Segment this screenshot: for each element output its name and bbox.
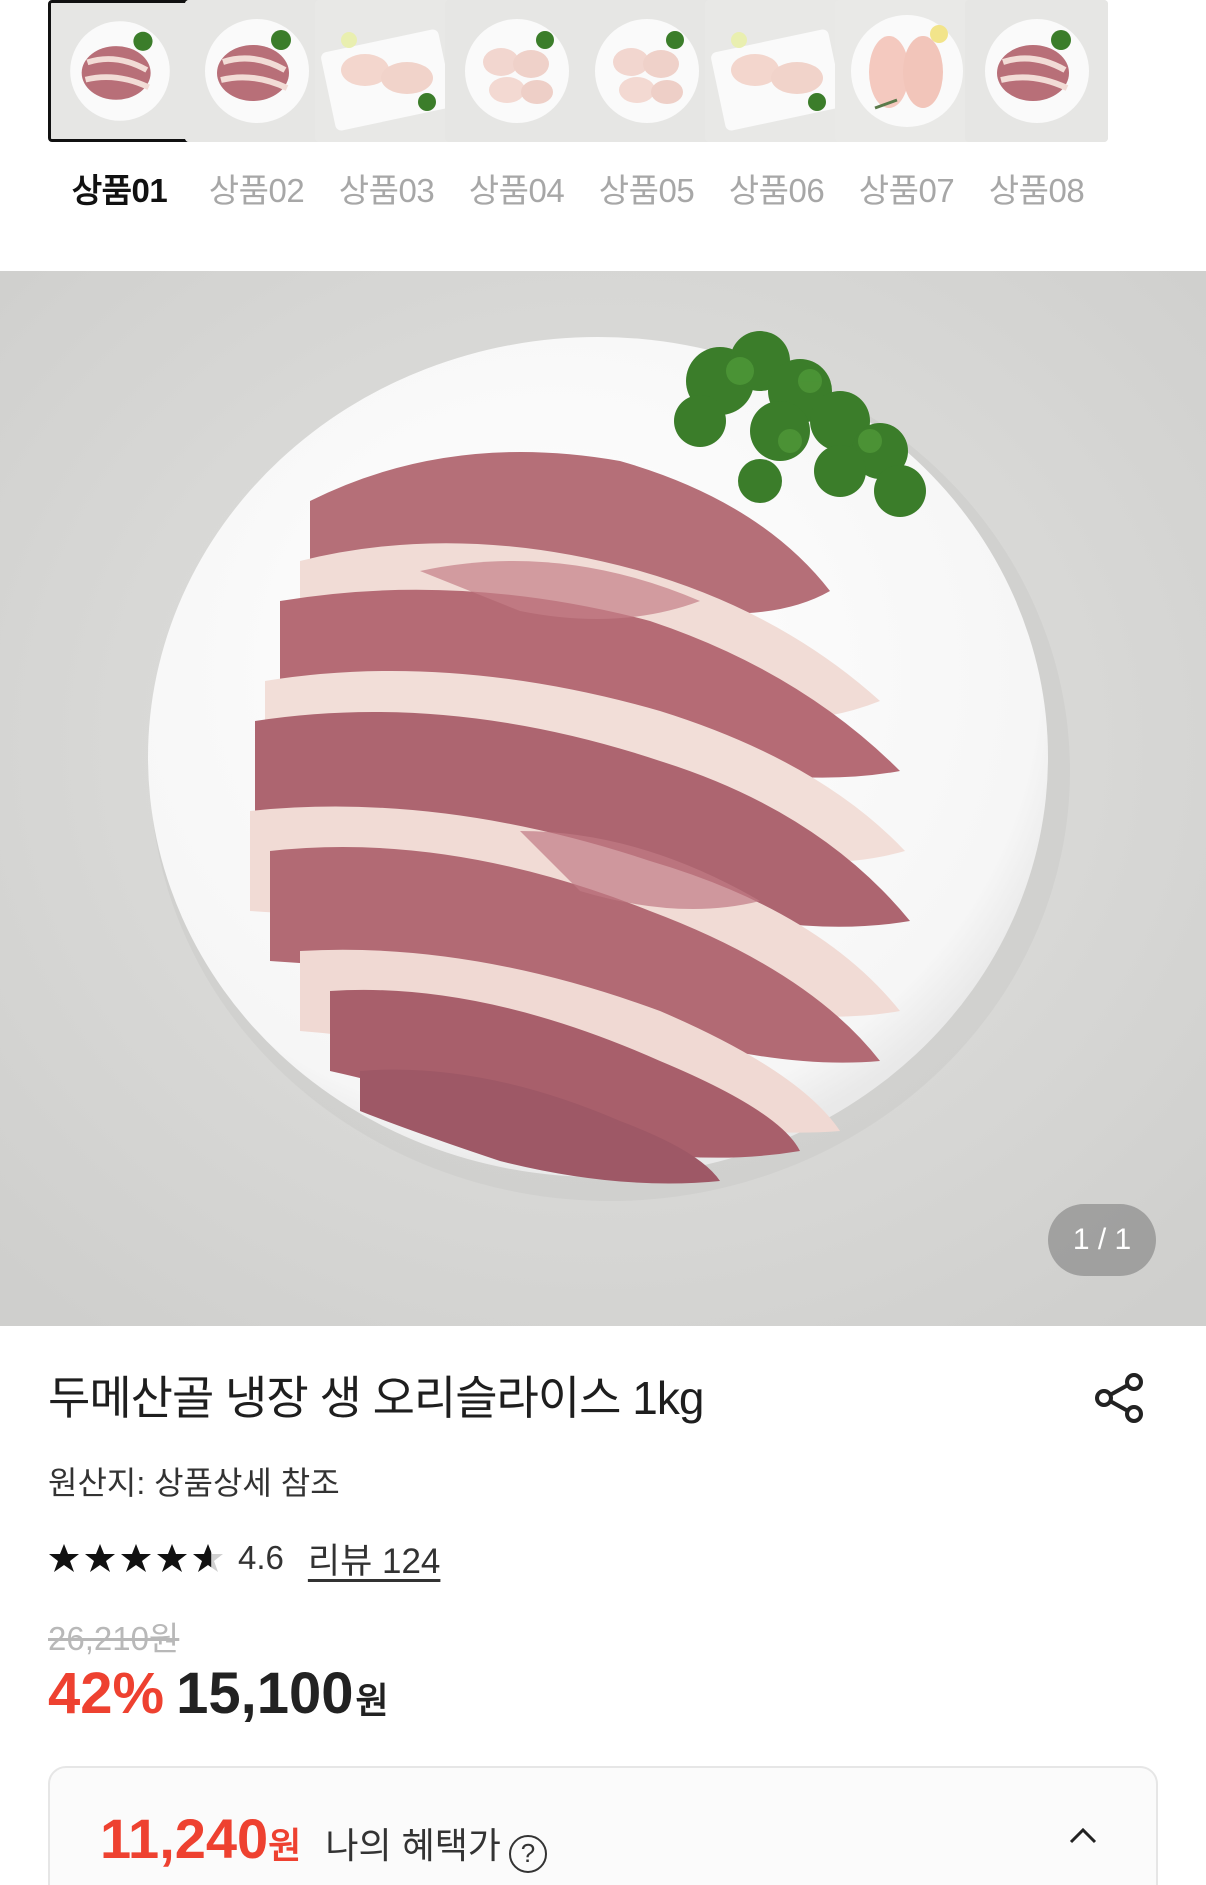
thumbnail-label: 상품04 bbox=[468, 172, 565, 209]
thumbnail-image bbox=[965, 0, 1108, 142]
product-origin: 원산지: 상품상세 참조 bbox=[48, 1465, 340, 1501]
thumbnail-label: 상품03 bbox=[338, 172, 435, 209]
product-thumbnail[interactable]: 상품04 bbox=[445, 0, 588, 212]
benefit-price: 11,240 bbox=[100, 1807, 269, 1870]
price-row: 42% 15,100 원 bbox=[48, 1660, 389, 1727]
product-thumbnail[interactable]: 상품06 bbox=[705, 0, 848, 212]
thumbnail-image bbox=[315, 0, 458, 142]
thumbnail-image bbox=[835, 0, 978, 142]
star-icon bbox=[193, 1544, 223, 1572]
thumbnail-label: 상품02 bbox=[208, 172, 305, 209]
duck-slices-plate-image bbox=[0, 271, 1206, 1326]
discount-rate: 42% bbox=[48, 1661, 165, 1726]
thumbnail-label: 상품07 bbox=[858, 172, 955, 209]
share-button[interactable] bbox=[1088, 1366, 1152, 1430]
rating-stars bbox=[48, 1542, 224, 1574]
chevron-up-icon[interactable] bbox=[1068, 1826, 1098, 1846]
thumbnail-image bbox=[575, 0, 718, 142]
star-icon bbox=[85, 1544, 115, 1572]
thumbnail-label: 상품08 bbox=[988, 172, 1085, 209]
product-thumbnail[interactable]: 상품03 bbox=[315, 0, 458, 212]
rating-row: 4.6 리뷰 124 bbox=[48, 1536, 440, 1581]
product-thumbnail[interactable]: 상품07 bbox=[835, 0, 978, 212]
product-thumbnail[interactable]: 상품02 bbox=[185, 0, 328, 212]
thumbnail-image bbox=[185, 0, 328, 142]
rating-value: 4.6 bbox=[238, 1539, 284, 1576]
thumbnail-label: 상품06 bbox=[728, 172, 825, 209]
share-icon bbox=[1095, 1373, 1143, 1423]
thumbnail-image bbox=[705, 0, 848, 142]
star-icon bbox=[157, 1544, 187, 1572]
benefit-label: 나의 혜택가 bbox=[325, 1825, 501, 1866]
star-icon bbox=[49, 1544, 79, 1572]
thumbnail-label: 상품01 bbox=[71, 172, 168, 209]
original-price: 26,210원 bbox=[48, 1620, 180, 1657]
benefit-price-box[interactable]: 11,240 원 나의 혜택가 ? bbox=[48, 1766, 1158, 1885]
product-title: 두메산골 냉장 생 오리슬라이스 1kg bbox=[48, 1372, 704, 1424]
sale-price: 15,100 bbox=[176, 1661, 354, 1726]
thumbnail-strip: 상품01 상품02 상품03 상품04 상품05 상품06 상품07 상품08 bbox=[0, 0, 1206, 230]
product-main-image[interactable]: 1 / 1 bbox=[0, 271, 1206, 1326]
product-thumbnail[interactable]: 상품01 bbox=[48, 0, 191, 212]
question-circle-icon[interactable]: ? bbox=[508, 1834, 547, 1873]
product-thumbnail[interactable]: 상품05 bbox=[575, 0, 718, 212]
thumbnail-image bbox=[445, 0, 588, 142]
review-link[interactable]: 리뷰 124 bbox=[308, 1533, 441, 1584]
sale-price-currency: 원 bbox=[355, 1680, 389, 1721]
star-icon bbox=[121, 1544, 151, 1572]
image-page-indicator: 1 / 1 bbox=[1048, 1204, 1156, 1276]
product-thumbnail[interactable]: 상품08 bbox=[965, 0, 1108, 212]
benefit-price-currency: 원 bbox=[268, 1825, 302, 1866]
thumbnail-label: 상품05 bbox=[598, 172, 695, 209]
thumbnail-image bbox=[48, 0, 191, 142]
